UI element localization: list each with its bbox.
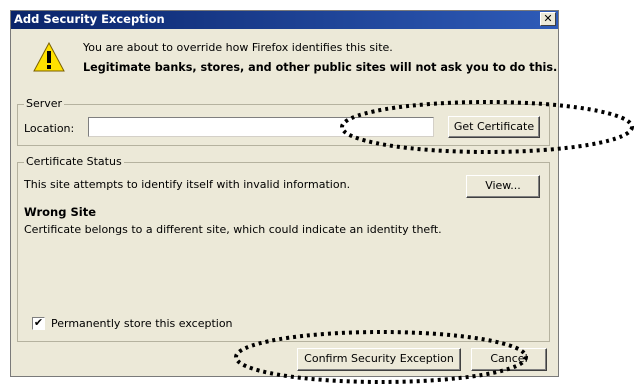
cancel-button[interactable]: Cancel (471, 348, 547, 371)
location-input[interactable] (88, 117, 434, 137)
intro-text: You are about to override how Firefox id… (83, 41, 393, 54)
get-certificate-label: Get Certificate (453, 120, 535, 133)
certificate-status-group: Certificate Status This site attempts to… (17, 155, 550, 342)
server-group: Server Location: Get Certificate (17, 97, 550, 146)
get-certificate-button[interactable]: Get Certificate (448, 116, 540, 138)
issue-title: Wrong Site (24, 205, 96, 219)
permanent-checkbox-label: Permanently store this exception (51, 317, 233, 330)
view-button-label: View... (485, 179, 521, 192)
confirm-button-label: Confirm Security Exception (304, 352, 454, 365)
warning-icon (33, 42, 65, 72)
cancel-button-label: Cancel (490, 352, 528, 365)
confirm-security-exception-button[interactable]: Confirm Security Exception (297, 348, 461, 371)
certificate-status-label: Certificate Status (24, 155, 124, 168)
window-title: Add Security Exception (14, 12, 165, 26)
location-label: Location: (24, 122, 75, 135)
certificate-status-message: This site attempts to identify itself wi… (24, 178, 351, 191)
server-group-label: Server (24, 97, 65, 110)
close-button[interactable]: ✕ (540, 12, 556, 26)
add-security-exception-dialog: Add Security Exception ✕ You are about t… (10, 10, 559, 377)
issue-detail: Certificate belongs to a different site,… (24, 223, 442, 236)
view-button[interactable]: View... (466, 175, 540, 198)
intro-warning-text: Legitimate banks, stores, and other publ… (83, 61, 558, 74)
permanent-checkbox[interactable]: ✔ (32, 317, 45, 330)
title-bar: Add Security Exception ✕ (11, 11, 558, 29)
